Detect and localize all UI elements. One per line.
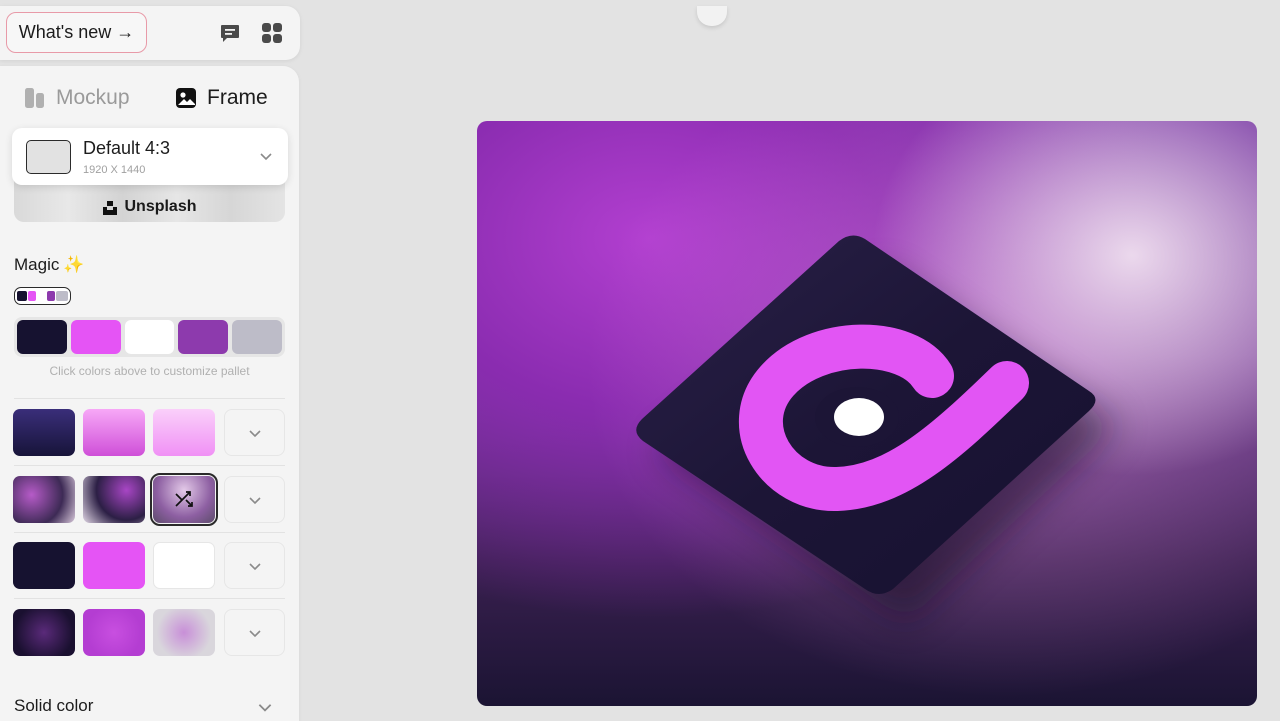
preset-name: Default 4:3	[83, 138, 171, 158]
palette-swatch[interactable]	[178, 320, 229, 354]
background-option[interactable]	[13, 609, 75, 656]
background-option[interactable]	[13, 542, 75, 589]
palette-preview-chip[interactable]	[14, 287, 71, 305]
preset-size: 1920 X 1440	[83, 164, 146, 176]
background-option[interactable]	[13, 409, 75, 456]
chevron-down-icon	[248, 629, 261, 637]
top-bar: What's new →	[0, 6, 300, 60]
magic-heading: Magic ✨	[14, 255, 85, 275]
apps-grid-icon[interactable]	[259, 20, 285, 46]
frame-image-icon	[176, 88, 196, 108]
solid-color-expand[interactable]	[256, 698, 274, 721]
divider	[14, 398, 285, 399]
chevron-down-icon	[258, 704, 272, 712]
expand-row-button[interactable]	[224, 409, 285, 456]
palette-hint: Click colors above to customize pallet	[49, 364, 250, 378]
sparkles-icon: ✨	[63, 255, 85, 274]
chevron-down-icon	[248, 496, 261, 504]
palette-chip-swatch	[46, 291, 56, 301]
background-option[interactable]	[153, 609, 215, 656]
background-row	[13, 409, 285, 457]
palette-swatch[interactable]	[17, 320, 67, 354]
background-option[interactable]	[153, 409, 215, 456]
tab-frame-label: Frame	[207, 86, 268, 109]
whats-new-button[interactable]: What's new →	[6, 12, 147, 53]
chevron-down-icon	[260, 153, 272, 161]
frame-canvas	[477, 121, 1257, 706]
background-option[interactable]	[83, 476, 145, 523]
background-option[interactable]	[13, 476, 75, 523]
background-option[interactable]	[83, 609, 145, 656]
magic-palette	[14, 317, 285, 357]
background-row	[13, 609, 285, 657]
magic-label: Magic	[14, 255, 60, 274]
divider	[14, 465, 285, 466]
canvas-drag-handle[interactable]	[697, 6, 727, 26]
expand-row-button[interactable]	[224, 609, 285, 656]
feedback-icon[interactable]	[217, 20, 243, 46]
preset-thumbnail	[26, 140, 71, 174]
palette-chip-swatch	[17, 291, 27, 301]
tab-mockup-label: Mockup	[56, 86, 130, 109]
tab-frame[interactable]: Frame	[175, 84, 268, 112]
expand-row-button[interactable]	[224, 476, 285, 523]
unsplash-icon	[103, 201, 118, 215]
tab-mockup[interactable]: Mockup	[24, 84, 130, 112]
background-row	[13, 473, 285, 526]
divider	[14, 532, 285, 533]
background-option-selected[interactable]	[150, 473, 218, 526]
background-option[interactable]	[83, 409, 145, 456]
canvas-artwork	[636, 235, 1117, 621]
chevron-down-icon	[248, 562, 261, 570]
mockup-icon	[25, 88, 44, 108]
palette-chip-swatch	[56, 291, 68, 301]
solid-color-label: Solid color	[14, 696, 94, 715]
frame-preset-dropdown[interactable]: Default 4:3 1920 X 1440	[12, 128, 288, 185]
palette-swatch[interactable]	[70, 320, 121, 354]
palette-chip-swatch	[37, 291, 46, 301]
background-row	[13, 542, 285, 590]
palette-swatch[interactable]	[124, 320, 175, 354]
chevron-down-icon	[248, 429, 261, 437]
background-option[interactable]	[83, 542, 145, 589]
palette-chip-swatch	[27, 291, 37, 301]
expand-row-button[interactable]	[224, 542, 285, 589]
unsplash-label: Unsplash	[124, 198, 197, 215]
palette-swatch[interactable]	[232, 320, 282, 354]
sidebar: Mockup Frame Unsplash Default 4:3 1920 X…	[0, 66, 299, 721]
shuffle-icon	[175, 490, 193, 507]
divider	[14, 598, 285, 599]
background-option[interactable]	[153, 542, 215, 589]
